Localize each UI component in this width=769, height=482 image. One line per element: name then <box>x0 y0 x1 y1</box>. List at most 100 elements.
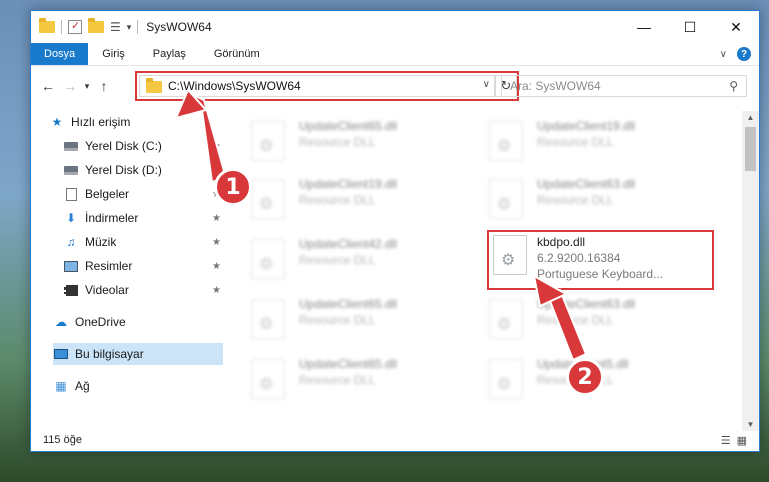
file-item[interactable]: ⚙ UpdateClient19.dll Resource DLL <box>465 115 685 167</box>
file-item[interactable]: ⚙ UpdateClient19.dll Resource DLL <box>227 173 447 225</box>
dll-file-icon: ⚙ <box>489 299 523 339</box>
sidebar-item-videos[interactable]: Videolar ★ <box>63 279 225 301</box>
callout-badge-1: 1 <box>214 168 252 206</box>
dll-file-icon: ⚙ <box>251 179 285 219</box>
pin-icon[interactable]: ★ <box>212 237 221 248</box>
file-type: Resource DLL <box>537 135 614 149</box>
item-count: 115 öğe <box>43 434 82 446</box>
expand-ribbon-icon[interactable]: ∨ <box>720 49 727 60</box>
address-highlight-box <box>135 71 519 101</box>
dll-file-icon: ⚙ <box>489 121 523 161</box>
sidebar-item-this-pc[interactable]: Bu bilgisayar <box>53 343 223 365</box>
sidebar-item-label: Yerel Disk (C:) <box>85 139 162 153</box>
file-type: Resource DLL <box>299 135 376 149</box>
quick-access-toolbar: ☰ ▾ <box>31 18 139 34</box>
sidebar-item-onedrive[interactable]: ☁ OneDrive <box>53 311 247 333</box>
drive-icon <box>63 163 79 177</box>
network-icon: ▦ <box>55 379 67 393</box>
recent-locations-icon[interactable]: ▾ <box>81 81 93 92</box>
scroll-up-icon[interactable]: ▲ <box>742 113 759 122</box>
sidebar-item-local-disk-d[interactable]: Yerel Disk (D:) ★ <box>63 159 225 181</box>
file-name: UpdateClient42.dll <box>299 237 398 251</box>
sidebar-item-label: Bu bilgisayar <box>75 347 144 361</box>
pin-icon[interactable]: ★ <box>212 213 221 224</box>
pin-icon[interactable]: ★ <box>212 285 221 296</box>
file-type: Resource DLL <box>299 253 376 267</box>
back-icon[interactable]: ← <box>37 78 59 94</box>
file-item[interactable]: ⚙ UpdateClient65.dll Resource DLL <box>227 293 447 345</box>
maximize-button[interactable]: ☐ <box>667 11 713 43</box>
search-input[interactable]: Ara: SysWOW64 ⚲ <box>501 75 747 97</box>
dll-file-icon: ⚙ <box>489 179 523 219</box>
videos-icon <box>63 283 79 297</box>
minimize-button[interactable]: — <box>621 11 667 43</box>
navigation-bar: ← → ▾ ↑ C:\Windows\SysWOW64 ∨ ↻ Ara: Sys… <box>31 71 759 101</box>
sidebar-item-label: Müzik <box>85 235 117 249</box>
sidebar-item-label: Belgeler <box>85 187 130 201</box>
properties-icon[interactable] <box>68 19 82 34</box>
star-icon: ★ <box>51 115 63 129</box>
file-name: UpdateClient65.dll <box>299 297 398 311</box>
close-button[interactable]: ✕ <box>713 11 759 43</box>
file-name: UpdateClient19.dll <box>537 119 636 133</box>
tab-home[interactable]: Giriş <box>88 43 139 65</box>
sidebar-item-network[interactable]: ▦ Ağ <box>53 375 247 397</box>
file-item[interactable]: ⚙ UpdateClient42.dll Resource DLL <box>227 233 447 285</box>
up-icon[interactable]: ↑ <box>93 78 115 94</box>
scrollbar-thumb[interactable] <box>745 127 756 171</box>
file-highlight-box <box>487 230 714 290</box>
music-icon: ♫ <box>66 235 76 249</box>
drive-icon <box>63 139 79 153</box>
file-item[interactable]: ⚙ UpdateClient63.dll Resource DLL <box>465 293 685 345</box>
computer-icon <box>53 347 69 361</box>
pin-icon[interactable]: ★ <box>212 261 221 272</box>
file-name: UpdateClient65.dll <box>299 357 398 371</box>
ribbon-tabs: Dosya Giriş Paylaş Görünüm ∨ ? <box>31 43 759 66</box>
file-item[interactable]: ⚙ UpdateClient65.dll Resource DLL <box>227 115 447 167</box>
documents-icon <box>63 187 79 201</box>
new-folder-icon[interactable] <box>88 18 104 33</box>
help-icon[interactable]: ? <box>737 47 751 61</box>
sidebar-item-pictures[interactable]: Resimler ★ <box>63 255 225 277</box>
file-name: UpdateClient63.dll <box>537 297 636 311</box>
checklist-icon[interactable]: ☰ <box>110 20 121 34</box>
toolbar-divider <box>61 20 62 34</box>
file-type: Resource DLL <box>537 193 614 207</box>
sidebar-item-music[interactable]: ♫ Müzik ★ <box>63 231 225 253</box>
dll-file-icon: ⚙ <box>251 121 285 161</box>
sidebar-item-label: Hızlı erişim <box>71 115 131 129</box>
title-bar: ☰ ▾ SysWOW64 — ☐ ✕ <box>31 11 759 43</box>
search-icon[interactable]: ⚲ <box>729 79 738 93</box>
cloud-icon: ☁ <box>55 315 67 329</box>
tab-file[interactable]: Dosya <box>31 43 89 65</box>
pictures-icon <box>63 259 79 273</box>
tab-view[interactable]: Görünüm <box>200 43 274 65</box>
file-item[interactable]: ⚙ UpdateClient65.dll Resource DLL <box>227 353 447 405</box>
navigation-pane: ★ Hızlı erişim Yerel Disk (C:) ★ Yerel D… <box>31 111 225 421</box>
forward-icon[interactable]: → <box>59 78 81 94</box>
pin-icon[interactable]: ★ <box>212 141 221 152</box>
file-item[interactable]: ⚙ UpdateClient63.dll Resource DLL <box>465 173 685 225</box>
vertical-scrollbar[interactable]: ▲ ▼ <box>742 111 759 431</box>
status-bar: 115 öğe ☰ ▦ <box>31 429 759 451</box>
details-view-icon[interactable]: ☰ <box>721 434 731 447</box>
file-explorer-window: ☰ ▾ SysWOW64 — ☐ ✕ Dosya Giriş Paylaş Gö… <box>30 10 760 452</box>
large-icons-view-icon[interactable]: ▦ <box>737 434 747 447</box>
sidebar-item-label: Resimler <box>85 259 133 273</box>
sidebar-item-documents[interactable]: Belgeler ★ <box>63 183 225 205</box>
customize-toolbar-dropdown-icon[interactable]: ▾ <box>127 22 132 33</box>
sidebar-item-local-disk-c[interactable]: Yerel Disk (C:) ★ <box>63 135 225 157</box>
sidebar-item-label: İndirmeler <box>85 211 139 225</box>
file-type: Resource DLL <box>299 313 376 327</box>
window-title: SysWOW64 <box>146 20 212 34</box>
file-name: UpdateClient63.dll <box>537 177 636 191</box>
folder-icon <box>39 18 55 33</box>
sidebar-item-downloads[interactable]: ⬇ İndirmeler ★ <box>63 207 225 229</box>
search-placeholder: Ara: SysWOW64 <box>510 79 601 93</box>
scroll-down-icon[interactable]: ▼ <box>742 420 759 429</box>
file-name: UpdateClient65.dll <box>299 119 398 133</box>
sidebar-item-quick-access[interactable]: ★ Hızlı erişim <box>49 111 243 133</box>
tab-share[interactable]: Paylaş <box>139 43 200 65</box>
sidebar-item-label: Videolar <box>85 283 129 297</box>
sidebar-item-label: Ağ <box>75 379 90 393</box>
